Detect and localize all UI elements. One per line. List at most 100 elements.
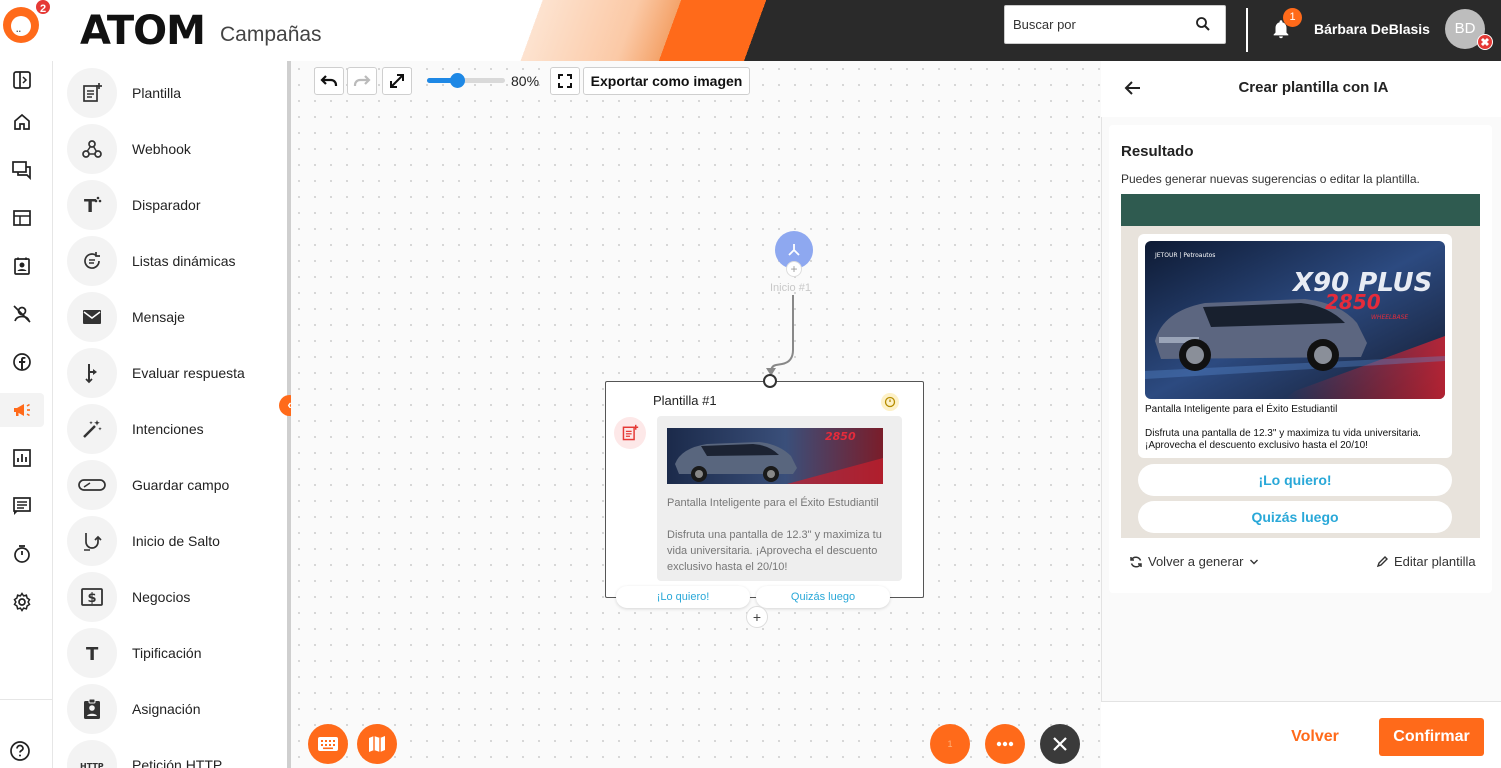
user-name[interactable]: Bárbara DeBlasis — [1314, 21, 1430, 37]
more-icon — [996, 741, 1014, 747]
palette-label: Inicio de Salto — [132, 533, 220, 549]
left-nav-rail — [0, 61, 53, 768]
jump-icon — [67, 516, 117, 566]
timer-icon[interactable] — [0, 537, 44, 571]
zoom-slider-handle[interactable] — [450, 73, 465, 88]
keyboard-button[interactable] — [308, 724, 348, 764]
expand-icon — [390, 74, 404, 88]
section-title: Campañas — [220, 23, 322, 46]
svg-text:$: $ — [88, 591, 97, 606]
fit-view-button[interactable] — [550, 67, 580, 95]
preview-quick-reply-button[interactable]: ¡Lo quiero! — [1138, 464, 1452, 496]
reports-icon[interactable] — [0, 441, 44, 475]
magic-wand-icon — [67, 404, 117, 454]
add-node-button[interactable]: + — [746, 606, 768, 628]
svg-text:HTTP: HTTP — [80, 762, 104, 768]
forms-icon[interactable] — [0, 489, 44, 523]
webhook-icon — [67, 124, 117, 174]
minimap-button[interactable] — [357, 724, 397, 764]
template-icon — [614, 417, 646, 449]
template-heading: Pantalla Inteligente para el Éxito Estud… — [667, 497, 879, 509]
split-icon — [788, 244, 800, 256]
more-options-button[interactable] — [985, 724, 1025, 764]
conversations-icon[interactable] — [0, 153, 44, 187]
palette-item-evaluar-respuesta[interactable]: Evaluar respuesta — [67, 348, 245, 398]
svg-text:T: T — [86, 644, 99, 664]
redo-button[interactable] — [347, 67, 377, 95]
counter-button[interactable]: 1 — [930, 724, 970, 764]
palette-label: Plantilla — [132, 85, 182, 101]
counter-value: 1 — [947, 739, 953, 749]
app-logo-icon[interactable]: .. — [3, 7, 39, 43]
undo-icon — [320, 75, 338, 86]
preview-quick-reply-button[interactable]: Quizás luego — [1138, 501, 1452, 533]
search-placeholder: Buscar por — [1013, 17, 1076, 32]
add-node-button[interactable]: + — [786, 261, 802, 277]
palette-item-intenciones[interactable]: Intenciones — [67, 404, 204, 454]
palette-item-tipificacion[interactable]: T Tipificación — [67, 628, 202, 678]
template-quick-reply-button[interactable]: ¡Lo quiero! — [616, 586, 750, 608]
status-close-icon: ✖ — [1477, 34, 1493, 50]
template-icon — [67, 68, 117, 118]
table-icon[interactable] — [0, 201, 44, 235]
panel-title: Crear plantilla con IA — [1238, 79, 1389, 96]
palette-item-inicio-de-salto[interactable]: Inicio de Salto — [67, 516, 220, 566]
palette-item-plantilla[interactable]: Plantilla — [67, 68, 181, 118]
preview-image-badge: 2850 — [1325, 290, 1381, 314]
preview-car-image: X90 PLUS 2850 WHEELBASE JETOUR | Petroau… — [1145, 241, 1445, 399]
contacts-icon[interactable] — [0, 249, 44, 283]
dollar-icon: $ — [67, 572, 117, 622]
template-quick-reply-button[interactable]: Quizás luego — [756, 586, 890, 608]
home-icon[interactable] — [0, 105, 44, 139]
palette-item-asignacion[interactable]: Asignación — [67, 684, 201, 734]
close-button[interactable] — [1040, 724, 1080, 764]
palette-item-disparador[interactable]: T Disparador — [67, 180, 200, 230]
palette-label: Asignación — [132, 701, 201, 717]
campaigns-icon[interactable] — [0, 393, 44, 427]
pencil-icon — [1376, 556, 1388, 568]
input-field-icon — [67, 460, 117, 510]
back-button[interactable]: Volver — [1270, 718, 1360, 756]
branch-icon — [67, 348, 117, 398]
notification-badge: 1 — [1283, 8, 1302, 27]
undo-button[interactable] — [314, 67, 344, 95]
sidebar-toggle-icon[interactable] — [0, 63, 44, 97]
palette-item-mensaje[interactable]: Mensaje — [67, 292, 185, 342]
timer-icon[interactable] — [881, 393, 899, 411]
facebook-icon[interactable] — [0, 345, 44, 379]
search-icon[interactable] — [1195, 16, 1211, 37]
node-input-handle[interactable] — [763, 374, 777, 388]
palette-label: Guardar campo — [132, 477, 230, 493]
svg-text:T: T — [84, 196, 97, 216]
mail-icon — [67, 292, 117, 342]
export-image-button[interactable]: Exportar como imagen — [583, 67, 750, 95]
confirm-button[interactable]: Confirmar — [1379, 718, 1484, 756]
palette-item-listas-dinamicas[interactable]: Listas dinámicas — [67, 236, 236, 286]
agents-off-icon[interactable] — [0, 297, 44, 331]
regenerate-button[interactable]: Volver a generar — [1129, 554, 1259, 569]
palette-item-guardar-campo[interactable]: Guardar campo — [67, 460, 229, 510]
preview-image-badge-sub: WHEELBASE — [1371, 314, 1408, 321]
palette-item-peticion-http[interactable]: HTTP Petición HTTP — [67, 740, 222, 768]
edit-template-label: Editar plantilla — [1394, 554, 1476, 569]
regenerate-label: Volver a generar — [1148, 554, 1244, 569]
refresh-icon — [1130, 555, 1142, 568]
preview-heading: Pantalla Inteligente para el Éxito Estud… — [1145, 404, 1338, 415]
edit-template-button[interactable]: Editar plantilla — [1376, 554, 1476, 569]
palette-label: Intenciones — [132, 421, 204, 437]
expand-button[interactable] — [382, 67, 412, 95]
help-icon[interactable] — [9, 740, 31, 767]
settings-icon[interactable] — [0, 585, 44, 619]
component-palette: Plantilla Webhook T Disparador Listas di… — [53, 61, 289, 768]
whatsapp-preview-bar — [1121, 194, 1480, 226]
result-subtitle: Puedes generar nuevas sugerencias o edit… — [1121, 172, 1420, 186]
close-icon — [1053, 737, 1067, 751]
palette-label: Petición HTTP — [132, 757, 223, 768]
fullscreen-icon — [558, 74, 572, 88]
svg-text:2850: 2850 — [825, 430, 856, 443]
flow-connection — [766, 295, 794, 376]
search-input[interactable]: Buscar por — [1004, 5, 1226, 44]
palette-item-webhook[interactable]: Webhook — [67, 124, 191, 174]
palette-item-negocios[interactable]: $ Negocios — [67, 572, 190, 622]
trigger-icon: T — [67, 180, 117, 230]
